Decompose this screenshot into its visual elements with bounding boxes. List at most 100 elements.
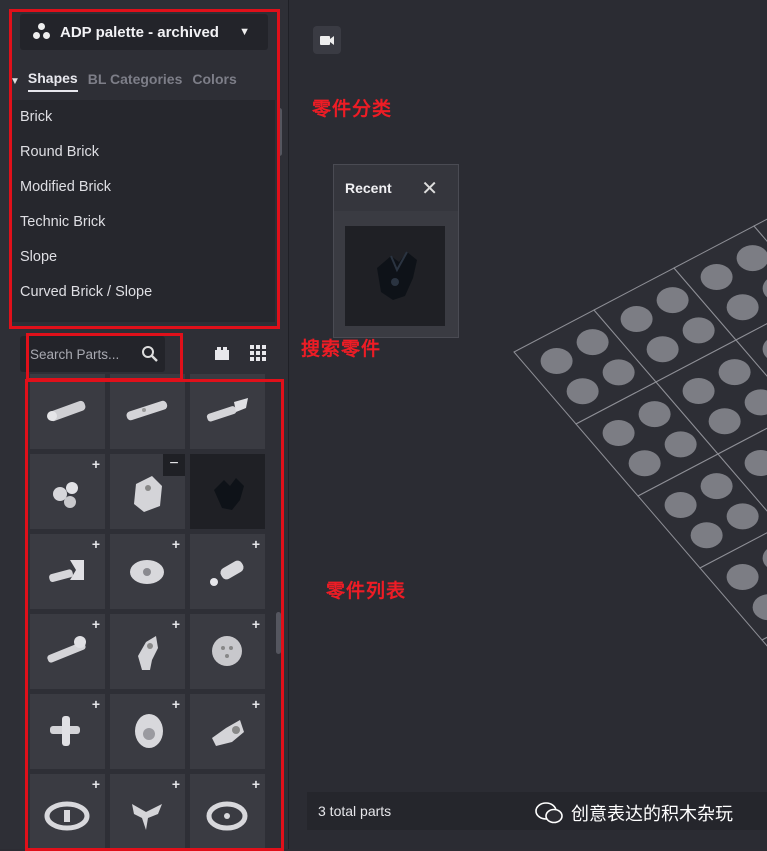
add-part-icon[interactable]: + bbox=[172, 696, 180, 712]
recent-header: Recent ✕ bbox=[334, 165, 458, 211]
part-tile[interactable]: + bbox=[110, 694, 185, 769]
annotation-label-search: 搜索零件 bbox=[301, 339, 382, 360]
baseplate-stud bbox=[700, 264, 733, 290]
part-tile[interactable]: + bbox=[30, 774, 105, 849]
part-tile[interactable]: + bbox=[110, 534, 185, 609]
remove-part-icon[interactable]: − bbox=[163, 454, 185, 476]
part-tile[interactable]: + bbox=[190, 534, 265, 609]
tab-shapes[interactable]: Shapes bbox=[27, 70, 78, 92]
add-part-icon[interactable]: + bbox=[172, 776, 180, 792]
technic-pin-icon bbox=[47, 400, 86, 422]
part-tile[interactable]: + bbox=[30, 534, 105, 609]
baseplate-stud bbox=[566, 378, 599, 405]
parts-scrollbar[interactable] bbox=[276, 612, 281, 654]
recent-part-thumbnail[interactable] bbox=[345, 226, 445, 326]
category-item[interactable]: Modified Brick bbox=[10, 170, 275, 205]
baseplate-stud bbox=[628, 450, 661, 477]
category-item[interactable]: Brick bbox=[10, 100, 275, 135]
category-item[interactable]: Slope bbox=[10, 240, 275, 275]
part-tile[interactable]: + bbox=[30, 614, 105, 689]
steering-wheel-icon bbox=[44, 801, 90, 831]
category-item[interactable]: Round Brick bbox=[10, 135, 275, 170]
parts-sidebar: ADP palette - archived ▼ ▼ Shapes BL Cat… bbox=[0, 0, 289, 849]
category-list: Brick Round Brick Modified Brick Technic… bbox=[10, 100, 275, 322]
technic-long-pin-icon bbox=[47, 636, 86, 663]
technic-axle-pin-icon bbox=[126, 400, 168, 421]
tab-bl-categories[interactable]: BL Categories bbox=[88, 71, 183, 91]
part-tile[interactable]: + bbox=[110, 614, 185, 689]
part-tile[interactable]: − bbox=[110, 454, 185, 529]
add-part-icon[interactable]: + bbox=[92, 776, 100, 792]
add-part-icon[interactable]: + bbox=[252, 696, 260, 712]
add-part-icon[interactable]: + bbox=[92, 696, 100, 712]
part-tile[interactable]: + bbox=[30, 694, 105, 769]
part-tile[interactable]: + bbox=[110, 774, 185, 849]
tab-colors[interactable]: Colors bbox=[192, 71, 236, 91]
technic-hub-icon bbox=[130, 560, 164, 584]
baseplate-stud bbox=[682, 378, 715, 404]
camera-icon[interactable] bbox=[313, 26, 341, 54]
part-tile[interactable] bbox=[190, 374, 265, 449]
add-part-icon[interactable]: + bbox=[252, 536, 260, 552]
baseplate-stud bbox=[682, 317, 715, 344]
baseplate-stud bbox=[576, 329, 609, 356]
dark-clip-icon bbox=[214, 478, 244, 510]
add-part-icon[interactable]: + bbox=[252, 616, 260, 632]
category-item[interactable]: Technic Brick bbox=[10, 205, 275, 240]
palette-dropdown[interactable]: ADP palette - archived ▼ bbox=[20, 14, 268, 50]
technic-hinge-icon bbox=[212, 720, 244, 746]
technic-bushing-icon bbox=[135, 714, 163, 748]
wechat-icon bbox=[535, 802, 563, 824]
search-icon[interactable] bbox=[141, 345, 159, 363]
technic-tow-ball-icon bbox=[210, 560, 244, 586]
baseplate-stud bbox=[726, 294, 759, 321]
technic-ball-joint-icon bbox=[53, 482, 78, 508]
add-part-icon[interactable]: + bbox=[92, 536, 100, 552]
brick-view-icon[interactable] bbox=[212, 343, 232, 363]
add-part-icon[interactable]: + bbox=[172, 616, 180, 632]
baseplate-stud bbox=[602, 359, 635, 386]
add-part-icon[interactable]: + bbox=[92, 616, 100, 632]
search-placeholder: Search Parts... bbox=[30, 346, 120, 362]
baseplate-grid bbox=[513, 218, 767, 647]
part-tile[interactable]: + bbox=[30, 454, 105, 529]
chevron-down-icon: ▼ bbox=[239, 26, 250, 38]
baseplate-stud bbox=[726, 564, 759, 590]
technic-steering-arm-icon bbox=[138, 636, 158, 670]
part-tile[interactable]: + bbox=[190, 694, 265, 769]
add-part-icon[interactable]: + bbox=[92, 456, 100, 472]
baseplate-stud bbox=[708, 408, 741, 435]
add-part-icon[interactable]: + bbox=[172, 536, 180, 552]
build-viewport[interactable]: Recent ✕ 3 total parts bbox=[289, 0, 767, 849]
part-tile[interactable] bbox=[190, 454, 265, 529]
baseplate-stud bbox=[664, 431, 697, 458]
technic-disc-icon bbox=[212, 636, 242, 666]
baseplate-stud bbox=[690, 522, 723, 549]
annotation-label-parts: 零件列表 bbox=[326, 581, 407, 602]
part-tile[interactable]: + bbox=[190, 774, 265, 849]
category-tabs: ▼ Shapes BL Categories Colors bbox=[10, 66, 247, 96]
collapse-chevron-icon[interactable]: ▼ bbox=[10, 76, 20, 87]
technic-clip-axle-icon bbox=[206, 398, 248, 422]
baseplate-stud bbox=[700, 473, 733, 500]
recent-panel: Recent ✕ bbox=[333, 164, 459, 338]
watermark-text: 创意表达的积木杂玩 bbox=[571, 804, 733, 824]
grid-view-icon[interactable] bbox=[248, 343, 268, 363]
category-scrollbar[interactable] bbox=[277, 108, 282, 156]
part-tile[interactable]: + bbox=[190, 614, 265, 689]
add-part-icon[interactable]: + bbox=[252, 776, 260, 792]
palette-label: ADP palette - archived bbox=[60, 23, 219, 41]
recent-title: Recent bbox=[345, 180, 392, 196]
category-item[interactable]: Curved Brick / Slope bbox=[10, 275, 275, 310]
steering-wheel-small-icon bbox=[206, 801, 248, 831]
technic-cross-joint-icon bbox=[50, 716, 80, 746]
total-parts-count: 3 total parts bbox=[318, 803, 392, 819]
close-icon[interactable]: ✕ bbox=[421, 176, 438, 201]
baseplate-stud bbox=[602, 420, 635, 446]
dark-clip-icon bbox=[377, 251, 417, 300]
baseplate-stud bbox=[620, 306, 653, 332]
search-parts-input[interactable]: Search Parts... bbox=[20, 336, 165, 372]
palette-icon bbox=[32, 22, 52, 42]
part-tile[interactable] bbox=[30, 374, 105, 449]
part-tile[interactable] bbox=[110, 374, 185, 449]
